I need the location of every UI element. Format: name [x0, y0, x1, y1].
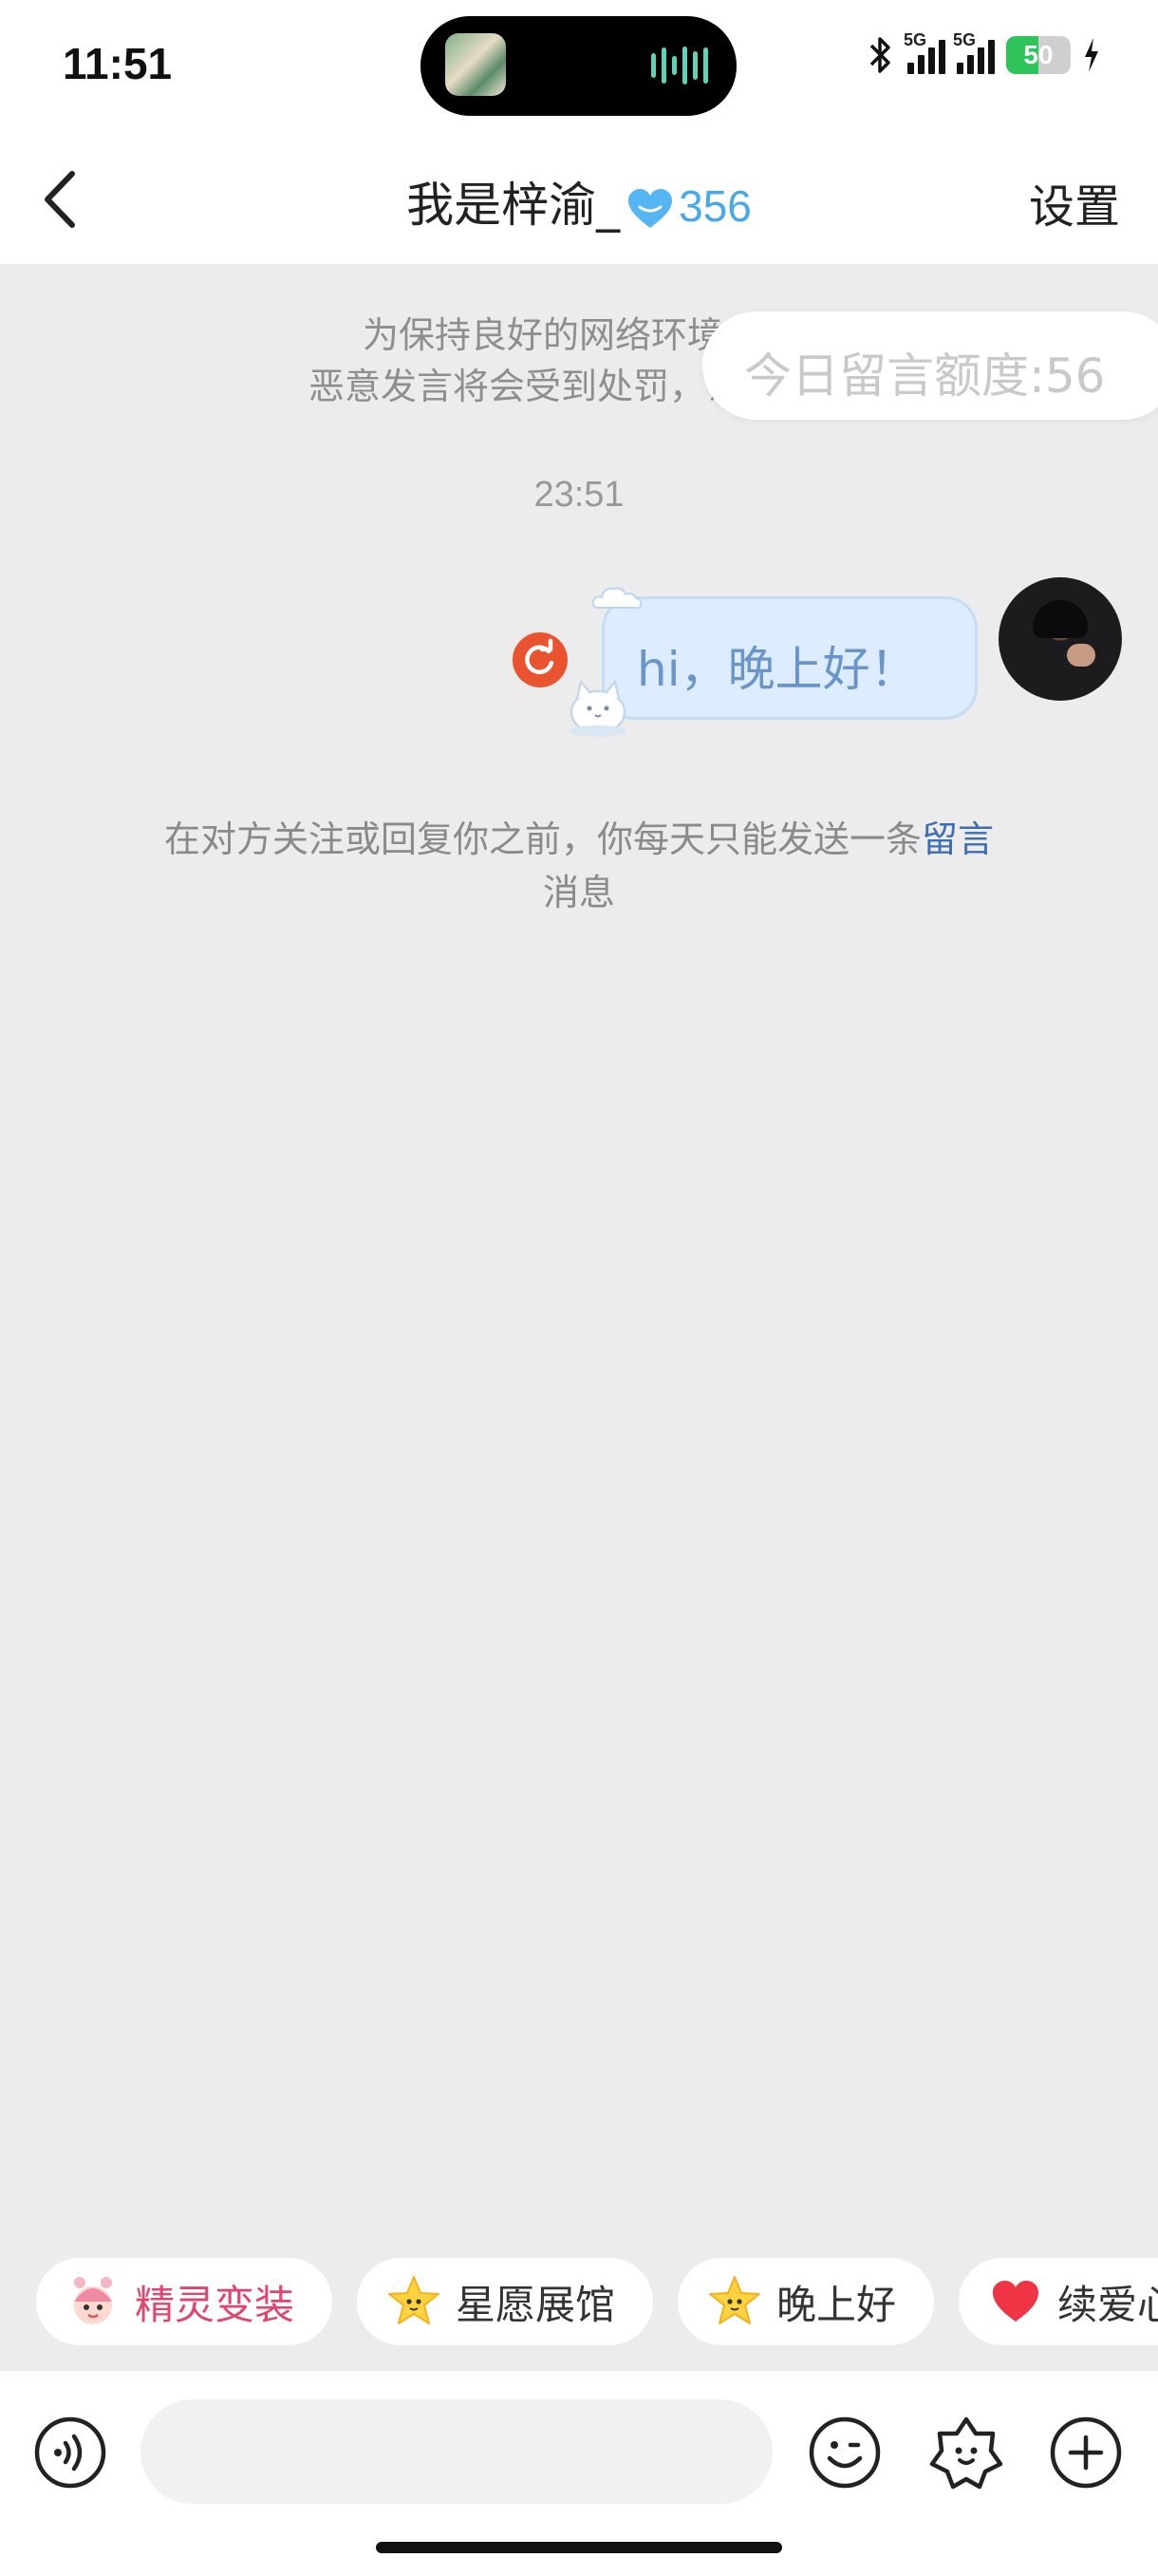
avatar[interactable]: [999, 577, 1122, 701]
message-text: hi，晚上好！: [637, 642, 918, 697]
chip-sprite-costume[interactable]: 精灵变装: [36, 2258, 333, 2345]
chip-star-wish-gallery[interactable]: 星愿展馆: [357, 2258, 654, 2345]
sticker-icon[interactable]: [928, 2415, 1004, 2491]
hint-text: 在对方关注或回复你之前，你每天只能发送一条: [163, 818, 922, 860]
signal-icon-2: 5G: [953, 30, 995, 74]
chat-title: 我是梓渝_ 356: [0, 167, 1158, 235]
battery-icon: 50: [1006, 36, 1071, 74]
quota-label: 今日留言额度:56: [744, 348, 1106, 404]
status-bar: 11:51 5G 5G 50: [0, 0, 1158, 133]
input-bar: [0, 2370, 1158, 2576]
star-face-icon: [385, 2273, 442, 2330]
signal-icon-1: 5G: [904, 30, 945, 74]
intimacy-score: 356: [679, 181, 752, 231]
system-icons: 5G 5G 50: [864, 30, 1101, 76]
nav-bar: 我是梓渝_ 356 设置: [0, 133, 1158, 264]
plus-icon[interactable]: [1048, 2415, 1124, 2491]
settings-button[interactable]: 设置: [1029, 169, 1120, 235]
blue-heart-icon: [628, 188, 673, 228]
network-type-2: 5G: [953, 30, 977, 49]
emoji-icon[interactable]: [807, 2415, 883, 2491]
network-type-1: 5G: [904, 30, 927, 49]
chip-continue-love[interactable]: 续爱心: [959, 2258, 1158, 2345]
chip-label: 星愿展馆: [456, 2281, 616, 2328]
quick-reply-chips: 精灵变装 星愿展馆 晚上好 续爱心: [36, 2258, 1158, 2345]
cloud-decoration-icon: [591, 587, 643, 610]
messaging-limit-hint: 在对方关注或回复你之前，你每天只能发送一条留言 消息: [0, 813, 1158, 919]
star-face-icon: [706, 2273, 763, 2330]
avatar-hand: [1067, 644, 1095, 667]
message-timestamp: 23:51: [533, 475, 625, 515]
home-indicator[interactable]: [376, 2542, 782, 2553]
message-link[interactable]: 留言: [922, 818, 994, 860]
sprite-face-icon: [65, 2273, 121, 2330]
daily-quota-badge: 今日留言额度:56: [702, 311, 1158, 420]
contact-name: 我是梓渝_: [406, 178, 621, 233]
avatar-hair: [1033, 600, 1088, 638]
battery-percent: 50: [1023, 40, 1054, 69]
chip-label: 精灵变装: [135, 2281, 295, 2328]
audio-wave-icon: [651, 45, 708, 86]
hint-tail: 消息: [542, 872, 615, 913]
chip-good-evening[interactable]: 晚上好: [678, 2258, 935, 2345]
voice-icon[interactable]: [32, 2415, 108, 2491]
now-playing-app-icon: [445, 33, 506, 96]
bluetooth-icon: [869, 37, 890, 73]
chip-label: 续爱心: [1057, 2281, 1158, 2328]
message-input[interactable]: [140, 2399, 773, 2504]
heart-icon: [987, 2273, 1044, 2330]
message-bubble[interactable]: hi，晚上好！: [602, 596, 978, 720]
status-time: 11:51: [63, 39, 173, 88]
charging-bolt-icon: [1085, 38, 1098, 72]
dynamic-island[interactable]: [420, 16, 737, 116]
cat-decoration-icon: [570, 680, 626, 737]
chip-label: 晚上好: [776, 2281, 897, 2328]
resend-icon[interactable]: [513, 632, 568, 687]
